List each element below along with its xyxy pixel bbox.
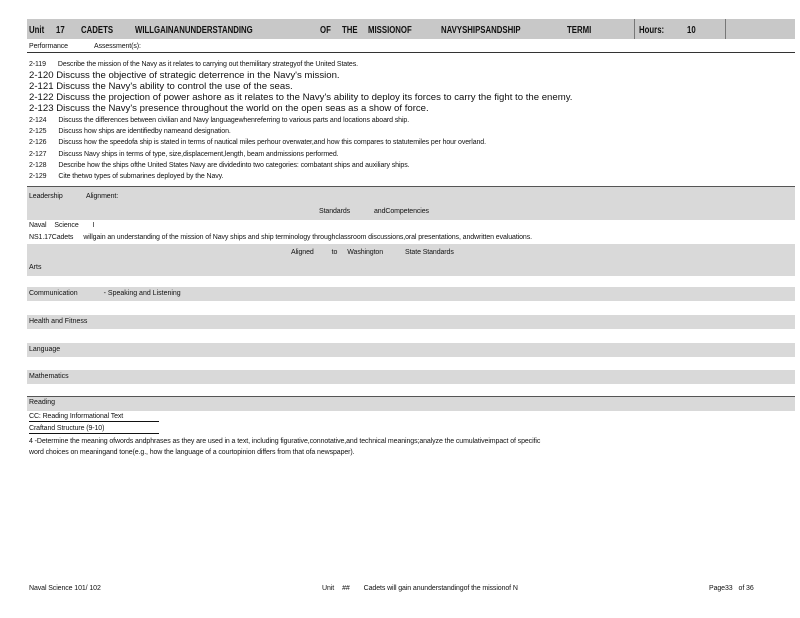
objective-2-128: 2-128 Describe how the ships ofthe United… [29, 162, 410, 169]
reading-band [27, 396, 795, 411]
objective-2-126: 2-126 Discuss how the speedofa ship is st… [29, 139, 486, 146]
header-divider-left [634, 19, 635, 39]
footer-unit: Unit ## Cadets will gain anunderstandingof… [322, 585, 518, 592]
title-word-mission: MISSIONOF [368, 25, 412, 36]
reading-cc-line: CC: Reading Informational Text [29, 412, 159, 422]
subheader-row [27, 41, 795, 53]
mathematics-label: Mathematics [29, 373, 69, 380]
communication-label: Communication - Speaking and Listening [29, 290, 181, 297]
title-word-cadets: CADETS [81, 25, 114, 36]
ns-standard-line: NS1.17Cadets willgain an understanding of… [29, 234, 532, 241]
hours-value: 10 [687, 25, 696, 36]
objective-2-127: 2-127 Discuss Navy ships in terms of type… [29, 151, 339, 158]
reading-label: Reading [29, 399, 56, 406]
objective-2-123: 2-123 Discuss the Navy's presence throug… [29, 103, 429, 114]
performance-label: Performance [29, 43, 68, 50]
title-word-the: THE [342, 25, 358, 36]
header-divider-right [725, 19, 726, 39]
reading-standard-line-2: word choices on meaningand tone(e.g., ho… [29, 449, 355, 456]
footer-course: Naval Science 101/ 102 [29, 585, 101, 592]
standards-heading: Standards andCompetencies [319, 208, 429, 215]
language-band [27, 343, 795, 357]
reading-standard-line-1: 4 -Determine the meaning ofwords andphra… [29, 438, 541, 445]
title-word-termi: TERMI [567, 25, 592, 36]
title-word-of: OF [320, 25, 331, 36]
alignment-label: Alignment: [86, 193, 119, 200]
reading-craft-line: Craftand Structure (9-10) [29, 424, 159, 434]
washington-heading: Aligned to Washington State Standards [291, 249, 454, 256]
hours-label: Hours: [639, 25, 665, 36]
title-word-understanding: WILLGAINANUNDERSTANDING [135, 25, 253, 36]
leadership-label: Leadership [29, 193, 63, 200]
unit-number: 17 [56, 25, 65, 36]
mathematics-band [27, 370, 795, 384]
objective-2-120: 2-120 Discuss the objective of strategic… [29, 70, 340, 81]
objective-2-119: 2-119 Describe the mission of the Navy as… [29, 61, 358, 68]
naval-science-label: Naval Science I [29, 222, 95, 229]
objective-2-125: 2-125 Discuss how ships are identifiedby … [29, 128, 231, 135]
objective-2-121: 2-121 Discuss the Navy's ability to cont… [29, 81, 293, 92]
language-label: Language [29, 346, 61, 353]
footer-page: Page33 of 36 [709, 585, 754, 592]
health-label: Health and Fitness [29, 318, 88, 325]
title-word-navyships: NAVYSHIPSANDSHIP [441, 25, 521, 36]
unit-label: Unit [29, 25, 45, 36]
objective-2-124: 2-124 Discuss the differences between civ… [29, 117, 410, 124]
objective-2-122: 2-122 Discuss the projection of power as… [29, 92, 573, 103]
objective-2-129: 2-129 Cite thetwo types of submarines dep… [29, 173, 224, 180]
health-band [27, 315, 795, 329]
assessment-label: Assessment(s): [94, 43, 141, 50]
arts-label: Arts [29, 264, 42, 271]
